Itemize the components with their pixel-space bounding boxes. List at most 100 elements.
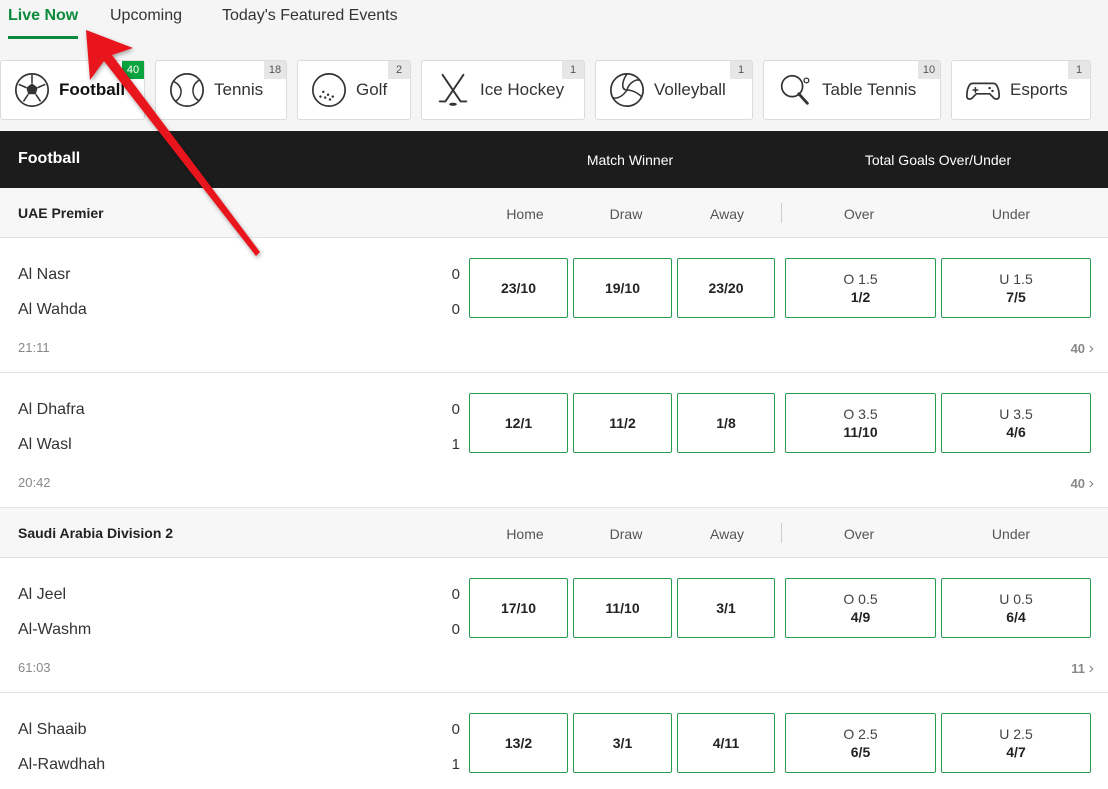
odds-value: 7/5	[1006, 289, 1026, 305]
sports-filter-row: Football 40 Tennis 18 Golf 2 Ice Hockey …	[0, 44, 1108, 131]
column-divider	[781, 523, 782, 543]
match-row[interactable]: Al Dhafra Al Wasl 0 1 20:42 12/1 11/2 1/…	[0, 373, 1108, 508]
under-line: U 1.5	[999, 271, 1033, 287]
column-under: Under	[991, 206, 1031, 222]
odds-home-button[interactable]: 23/10	[469, 258, 568, 318]
home-score: 0	[451, 586, 460, 603]
sport-title: Football	[18, 150, 81, 167]
odds-value: 1/8	[716, 415, 736, 431]
more-markets-link[interactable]: 40 ›	[1071, 340, 1094, 358]
away-score: 0	[451, 301, 460, 318]
sport-chip-golf[interactable]: Golf 2	[297, 60, 411, 120]
league-name: Saudi Arabia Division 2	[18, 525, 174, 541]
more-markets-link[interactable]: 40 ›	[1071, 475, 1094, 493]
odds-value: 4/7	[1006, 744, 1026, 760]
odds-away-button[interactable]: 1/8	[677, 393, 775, 453]
market-total-goals-label: Total Goals Over/Under	[864, 152, 1012, 168]
odds-under-button[interactable]: U 0.5 6/4	[941, 578, 1091, 638]
home-team: Al Shaaib	[18, 721, 87, 738]
odds-value: 3/1	[716, 600, 736, 616]
odds-home-button[interactable]: 13/2	[469, 713, 568, 773]
ice-hockey-icon	[438, 73, 468, 106]
sport-chip-tennis[interactable]: Tennis 18	[155, 60, 287, 120]
odds-away-button[interactable]: 3/1	[677, 578, 775, 638]
away-team: Al Wasl	[18, 436, 72, 453]
tab-live-now[interactable]: Live Now	[8, 6, 78, 26]
more-markets-link[interactable]: 11 ›	[1071, 660, 1094, 678]
sport-label: Table Tennis	[822, 80, 917, 99]
market-match-winner-label: Match Winner	[586, 152, 674, 168]
sport-count-badge: 1	[1068, 61, 1090, 79]
market-count: 40	[1070, 476, 1086, 491]
match-row[interactable]: Al Shaaib Al-Rawdhah 0 1 13/2 3/1 4/11 O…	[0, 693, 1108, 789]
over-line: O 0.5	[843, 591, 878, 607]
odds-under-button[interactable]: U 2.5 4/7	[941, 713, 1091, 773]
odds-home-button[interactable]: 12/1	[469, 393, 568, 453]
odds-value: 4/9	[850, 609, 871, 625]
sport-label: Golf	[356, 80, 388, 99]
odds-draw-button[interactable]: 19/10	[573, 258, 672, 318]
column-away: Away	[710, 526, 744, 542]
sport-chip-table-tennis[interactable]: Table Tennis 10	[763, 60, 941, 120]
under-line: U 2.5	[999, 726, 1033, 742]
match-row[interactable]: Al Nasr Al Wahda 0 0 21:11 23/10 19/10 2…	[0, 238, 1108, 373]
live-betting-page: Live Now Upcoming Today's Featured Event…	[0, 0, 1108, 789]
tab-upcoming[interactable]: Upcoming	[110, 6, 182, 26]
odds-over-button[interactable]: O 0.5 4/9	[785, 578, 936, 638]
odds-value: 19/10	[604, 280, 641, 296]
sport-chip-football[interactable]: Football 40	[0, 60, 145, 120]
away-team: Al-Rawdhah	[18, 756, 106, 773]
chevron-right-icon: ›	[1088, 340, 1094, 357]
odds-under-button[interactable]: U 1.5 7/5	[941, 258, 1091, 318]
home-score: 0	[451, 401, 460, 418]
match-row[interactable]: Al Jeel Al-Washm 0 0 61:03 17/10 11/10 3…	[0, 558, 1108, 693]
odds-over-button[interactable]: O 2.5 6/5	[785, 713, 936, 773]
odds-value: 12/1	[504, 415, 533, 431]
odds-value: 11/10	[605, 600, 640, 616]
sport-label: Ice Hockey	[480, 80, 565, 99]
league-header: UAE Premier Home Draw Away Over Under	[0, 188, 1108, 238]
over-line: O 1.5	[843, 271, 878, 287]
volleyball-icon	[609, 72, 645, 108]
under-line: U 0.5	[999, 591, 1033, 607]
sport-label: Tennis	[214, 80, 264, 99]
sport-chip-esports[interactable]: Esports 1	[951, 60, 1091, 120]
sport-chip-ice-hockey[interactable]: Ice Hockey 1	[421, 60, 585, 120]
odds-away-button[interactable]: 23/20	[677, 258, 775, 318]
home-team: Al Nasr	[18, 266, 71, 283]
league-name: UAE Premier	[18, 205, 104, 221]
sport-count-badge: 18	[264, 61, 286, 79]
football-icon	[14, 72, 50, 108]
match-clock: 20:42	[18, 475, 51, 490]
home-team: Al Jeel	[18, 586, 67, 603]
under-line: U 3.5	[999, 406, 1033, 422]
table-tennis-icon	[780, 74, 810, 105]
sport-count-badge: 40	[122, 61, 144, 79]
odds-away-button[interactable]: 4/11	[677, 713, 775, 773]
tab-featured-events[interactable]: Today's Featured Events	[222, 6, 398, 26]
sport-chip-volleyball[interactable]: Volleyball 1	[595, 60, 753, 120]
odds-value: 23/10	[500, 280, 537, 296]
tennis-icon	[169, 72, 205, 108]
market-count: 40	[1070, 341, 1086, 356]
sport-label: Esports	[1010, 80, 1068, 99]
match-clock: 61:03	[18, 660, 51, 675]
odds-value: 11/10	[843, 424, 878, 440]
column-divider	[781, 203, 782, 223]
column-draw: Draw	[609, 206, 643, 222]
odds-draw-button[interactable]: 11/2	[573, 393, 672, 453]
odds-value: 23/20	[708, 280, 744, 296]
odds-draw-button[interactable]: 3/1	[573, 713, 672, 773]
column-home: Home	[506, 526, 544, 542]
odds-home-button[interactable]: 17/10	[469, 578, 568, 638]
odds-value: 11/2	[609, 415, 636, 431]
odds-over-button[interactable]: O 1.5 1/2	[785, 258, 936, 318]
esports-icon	[965, 82, 1001, 100]
home-score: 0	[451, 266, 460, 283]
column-draw: Draw	[609, 526, 643, 542]
odds-draw-button[interactable]: 11/10	[573, 578, 672, 638]
odds-value: 4/11	[712, 735, 740, 751]
odds-under-button[interactable]: U 3.5 4/6	[941, 393, 1091, 453]
odds-over-button[interactable]: O 3.5 11/10	[785, 393, 936, 453]
over-line: O 2.5	[843, 726, 878, 742]
